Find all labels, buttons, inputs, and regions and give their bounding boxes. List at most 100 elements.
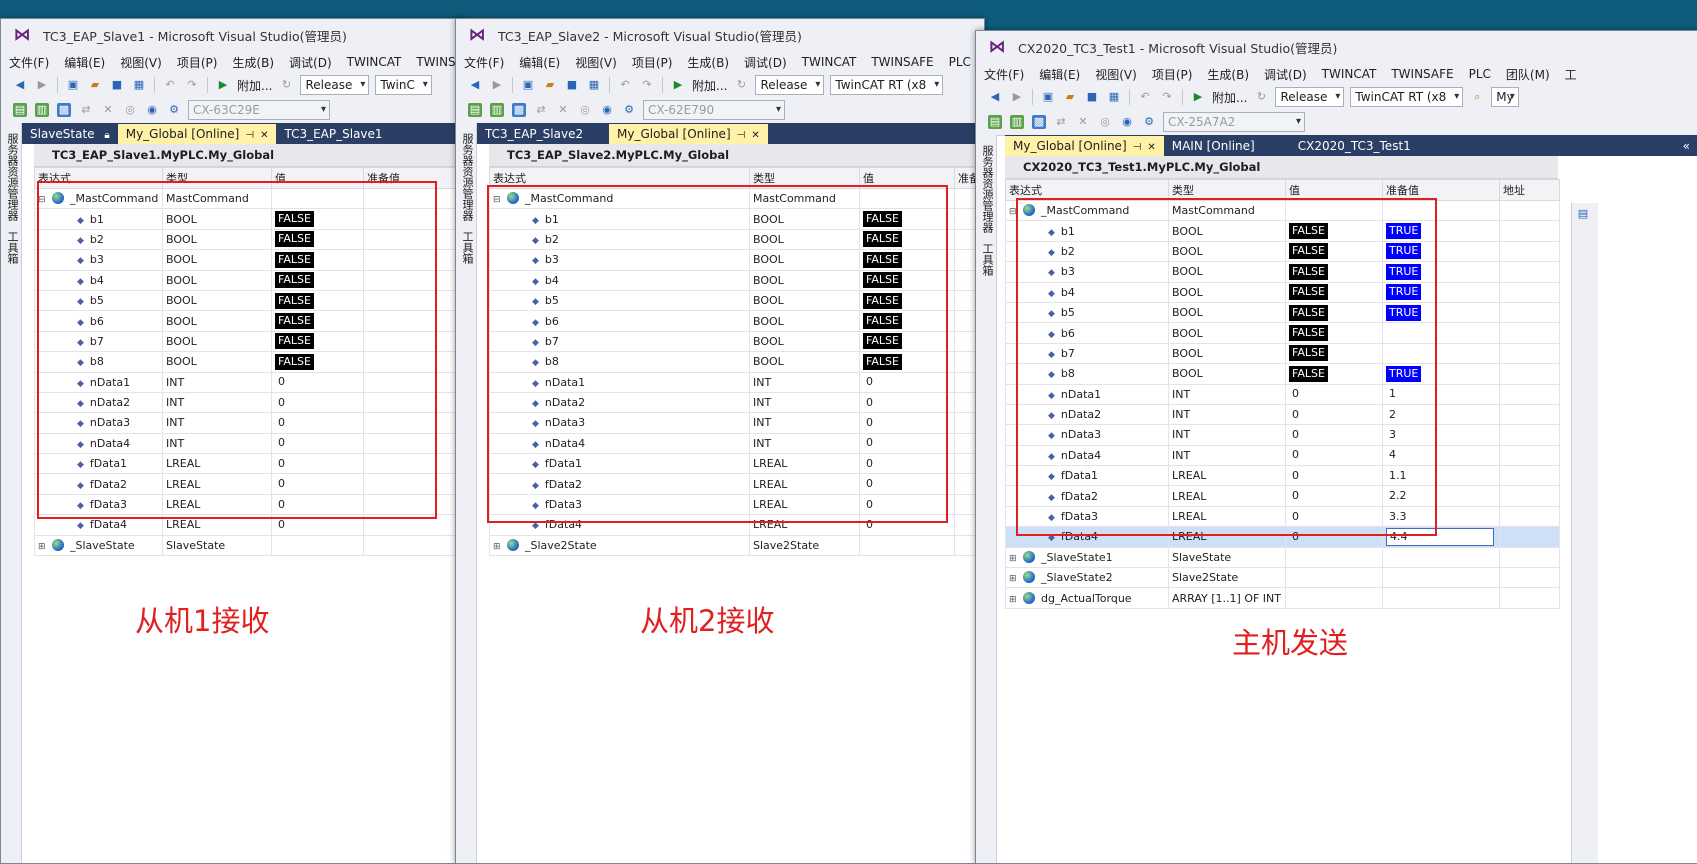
menu-twinsafe[interactable]: TWINSAFE [871, 55, 933, 69]
refresh-icon[interactable]: ↻ [1254, 90, 1268, 104]
login-icon[interactable]: ◉ [1120, 115, 1134, 129]
table-row[interactable]: ◆ b5 BOOL FALSE TRUE [1005, 301, 1560, 324]
config-select[interactable]: Release [1275, 87, 1345, 107]
run-mode-icon[interactable]: ▥ [35, 103, 49, 117]
reload-icon[interactable]: ⇄ [534, 103, 548, 117]
table-row[interactable]: ◆ b8 BOOL FALSE TRUE [1005, 363, 1560, 385]
back-icon[interactable]: ◀ [988, 90, 1002, 104]
prepared-value-cell[interactable] [363, 371, 463, 393]
prepared-value-text[interactable]: TRUE [1386, 365, 1422, 382]
table-row[interactable]: ◆ b2 BOOL FALSE TRUE [1005, 240, 1560, 263]
prepared-value-text[interactable]: 1.1 [1386, 468, 1410, 484]
prepared-value-cell[interactable] [363, 493, 463, 516]
server-explorer-tab[interactable]: 服务器资源管理器 [459, 133, 475, 221]
prepared-value-cell[interactable] [363, 269, 463, 291]
tab-my-global[interactable]: My_Global [Online] ⊣ ✕ [117, 124, 277, 144]
tools-icon[interactable]: ✕ [1076, 115, 1090, 129]
settings-icon[interactable]: ⚙ [622, 103, 636, 117]
table-row[interactable]: ◆ b3 BOOL FALSE [34, 249, 463, 271]
table-row[interactable]: ◆ b3 BOOL FALSE TRUE [1005, 261, 1560, 283]
prepared-value-text[interactable]: 1 [1386, 386, 1399, 402]
prepared-value-cell[interactable]: TRUE [1382, 301, 1500, 324]
expand-icon[interactable]: ⊞ [38, 542, 46, 552]
start-icon[interactable]: ▶ [671, 78, 685, 92]
prepared-value-cell[interactable]: 3 [1382, 424, 1500, 446]
column-header[interactable]: 值 [859, 167, 955, 189]
reload-icon[interactable]: ⇄ [1054, 115, 1068, 129]
prepared-value-cell[interactable]: TRUE [1382, 240, 1500, 263]
prepared-value-cell[interactable] [363, 228, 463, 251]
table-row[interactable]: ◆ fData1 LREAL 0 [489, 453, 984, 475]
redo-icon[interactable]: ↷ [640, 78, 654, 92]
collapse-icon[interactable]: ⊟ [1009, 207, 1017, 217]
prepared-value-cell[interactable] [363, 249, 463, 271]
table-row[interactable]: ◆ fData2 LREAL 0 [34, 473, 463, 495]
table-row[interactable]: ◆ b5 BOOL FALSE [489, 289, 984, 312]
login-icon[interactable]: ◉ [600, 103, 614, 117]
menu-debug[interactable]: 调试(D) [289, 54, 332, 71]
prepared-value-cell[interactable] [1382, 322, 1500, 344]
table-row[interactable]: ◆ fData2 LREAL 0 [489, 473, 984, 495]
menu-edit[interactable]: 编辑(E) [64, 54, 105, 71]
close-icon[interactable]: ✕ [751, 130, 759, 141]
column-header[interactable]: 地址 [1499, 179, 1560, 201]
prepared-value-cell[interactable] [363, 412, 463, 434]
column-header[interactable]: 类型 [1168, 179, 1286, 201]
table-row[interactable]: ◆ nData3 INT 0 [34, 412, 463, 434]
forward-icon[interactable]: ▶ [35, 78, 49, 92]
column-header[interactable]: 表达式 [1005, 179, 1169, 201]
menu-build[interactable]: 生成(B) [232, 54, 274, 71]
expand-icon[interactable]: ⊞ [493, 542, 501, 552]
menu-twincat[interactable]: TWINCAT [802, 55, 857, 69]
properties-icon[interactable]: ▤ [1576, 207, 1590, 221]
refresh-icon[interactable]: ↻ [734, 78, 748, 92]
table-row[interactable]: ◆ b4 BOOL FALSE TRUE [1005, 281, 1560, 303]
back-icon[interactable]: ◀ [13, 78, 27, 92]
toolbox-tab[interactable]: 工具箱 [979, 243, 995, 276]
table-row[interactable]: ◆ nData4 INT 0 [489, 432, 984, 455]
expand-icon[interactable]: ⊞ [1009, 574, 1017, 584]
prepared-value-cell[interactable]: 4 [1382, 444, 1500, 467]
undo-icon[interactable]: ↶ [163, 78, 177, 92]
table-row[interactable]: ◆ nData4 INT 0 4 [1005, 444, 1560, 467]
pin-icon[interactable]: ⊣ [245, 130, 254, 141]
prepared-value-cell[interactable] [363, 330, 463, 353]
column-header[interactable]: 类型 [162, 167, 272, 189]
prepared-value-cell[interactable]: TRUE [1382, 281, 1500, 303]
open-folder-icon[interactable]: ▰ [1063, 90, 1077, 104]
close-icon[interactable]: ✕ [1147, 142, 1155, 153]
table-row[interactable]: ◆ fData3 LREAL 0 3.3 [1005, 505, 1560, 528]
target-select[interactable]: CX-62E790 [643, 100, 785, 120]
table-row[interactable]: ◆ b2 BOOL FALSE [34, 228, 463, 251]
prepared-value-cell[interactable] [363, 310, 463, 332]
table-row[interactable]: ◆ b7 BOOL FALSE [489, 330, 984, 353]
table-row[interactable]: ◆ b7 BOOL FALSE [34, 330, 463, 353]
save-icon[interactable]: ■ [565, 78, 579, 92]
prepared-value-cell[interactable] [363, 432, 463, 455]
prepared-value-cell[interactable]: 2.2 [1382, 485, 1500, 507]
forward-icon[interactable]: ▶ [490, 78, 504, 92]
menu-debug[interactable]: 调试(D) [1264, 66, 1307, 83]
activate-config-icon[interactable]: ▤ [468, 103, 482, 117]
menu-view[interactable]: 视图(V) [120, 54, 162, 71]
menu-plc[interactable]: PLC [949, 55, 971, 69]
table-row[interactable]: ◆ b1 BOOL FALSE TRUE [1005, 220, 1560, 242]
prepared-value-cell[interactable]: 1.1 [1382, 465, 1500, 487]
table-row[interactable]: ⊞ _SlaveState2 Slave2State [1005, 567, 1560, 589]
scan-icon[interactable]: ◎ [1098, 115, 1112, 129]
menu-project[interactable]: 项目(P) [177, 54, 218, 71]
column-header[interactable]: 类型 [749, 167, 860, 189]
table-row[interactable]: ◆ nData2 INT 0 [34, 391, 463, 414]
table-row[interactable]: ◆ b5 BOOL FALSE [34, 289, 463, 312]
tools-icon[interactable]: ✕ [101, 103, 115, 117]
table-row[interactable]: ⊟ _MastCommand MastCommand [1005, 199, 1560, 222]
table-row[interactable]: ⊞ _SlaveState1 SlaveState [1005, 546, 1560, 569]
attach-button[interactable]: 附加... [237, 77, 272, 94]
tab-my-global[interactable]: My_Global [Online] ⊣ ✕ [1005, 136, 1164, 156]
prepared-value-text[interactable]: 2 [1386, 407, 1399, 423]
prepared-value-text[interactable]: 4 [1386, 447, 1399, 463]
table-row[interactable]: ◆ fData4 LREAL 0 [34, 514, 463, 536]
table-row[interactable]: ◆ b8 BOOL FALSE [489, 351, 984, 373]
start-icon[interactable]: ▶ [1191, 90, 1205, 104]
table-row[interactable]: ◆ b4 BOOL FALSE [489, 269, 984, 291]
